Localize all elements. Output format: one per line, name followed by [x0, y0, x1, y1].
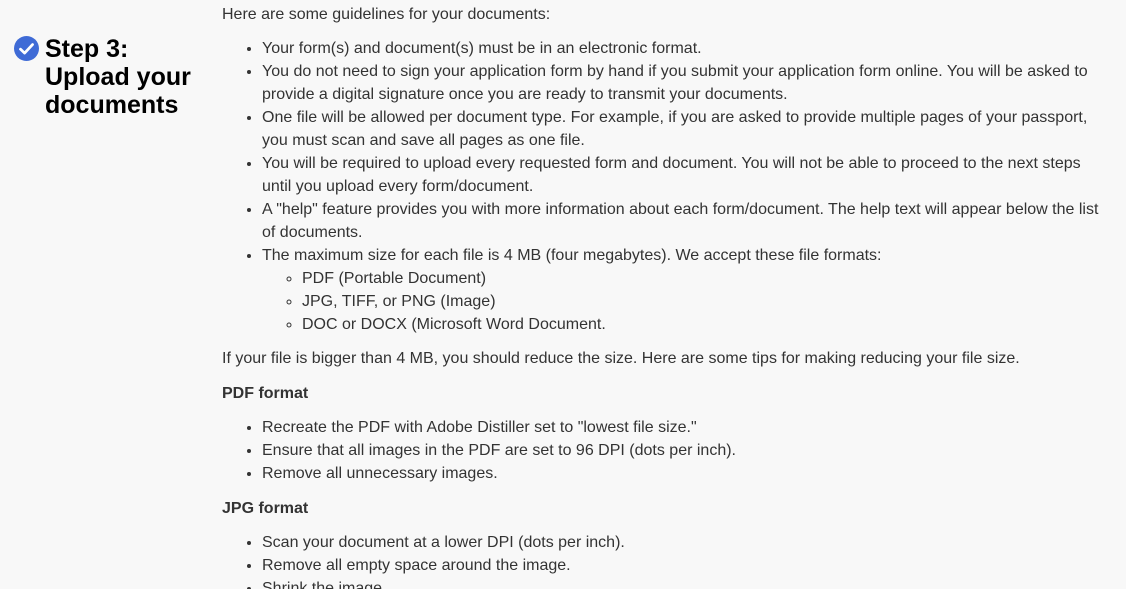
- jpg-format-heading: JPG format: [222, 500, 309, 517]
- size-note: If your file is bigger than 4 MB, you sh…: [222, 350, 1020, 367]
- guidelines-list: Your form(s) and document(s) must be in …: [222, 37, 1102, 336]
- list-item: Scan your document at a lower DPI (dots …: [262, 531, 1102, 554]
- file-formats-list: PDF (Portable Document) JPG, TIFF, or PN…: [262, 267, 1102, 336]
- list-item: A "help" feature provides you with more …: [262, 198, 1102, 244]
- intro-text: Here are some guidelines for your docume…: [222, 6, 551, 23]
- list-item: PDF (Portable Document): [302, 267, 1102, 290]
- list-item: Remove all unnecessary images.: [262, 462, 1102, 485]
- page: Step 3: Upload your documents Here are s…: [0, 0, 1126, 589]
- list-item: You do not need to sign your application…: [262, 60, 1102, 106]
- list-item: DOC or DOCX (Microsoft Word Document.: [302, 313, 1102, 336]
- list-item: Shrink the image.: [262, 577, 1102, 589]
- list-item: One file will be allowed per document ty…: [262, 106, 1102, 152]
- list-item: JPG, TIFF, or PNG (Image): [302, 290, 1102, 313]
- check-circle-icon: [14, 36, 39, 61]
- pdf-tips-list: Recreate the PDF with Adobe Distiller se…: [222, 416, 1102, 485]
- list-item: Remove all empty space around the image.: [262, 554, 1102, 577]
- guidelines-content: Here are some guidelines for your docume…: [222, 3, 1102, 589]
- pdf-format-heading: PDF format: [222, 385, 309, 402]
- step-title: Step 3: Upload your documents: [45, 35, 191, 119]
- list-item: Ensure that all images in the PDF are se…: [262, 439, 1102, 462]
- list-item: Your form(s) and document(s) must be in …: [262, 37, 1102, 60]
- list-item-label: The maximum size for each file is 4 MB (…: [262, 247, 882, 264]
- step-header: Step 3: Upload your documents: [14, 35, 215, 119]
- list-item: Recreate the PDF with Adobe Distiller se…: [262, 416, 1102, 439]
- list-item: You will be required to upload every req…: [262, 152, 1102, 198]
- jpg-tips-list: Scan your document at a lower DPI (dots …: [222, 531, 1102, 589]
- list-item-file-size: The maximum size for each file is 4 MB (…: [262, 244, 1102, 336]
